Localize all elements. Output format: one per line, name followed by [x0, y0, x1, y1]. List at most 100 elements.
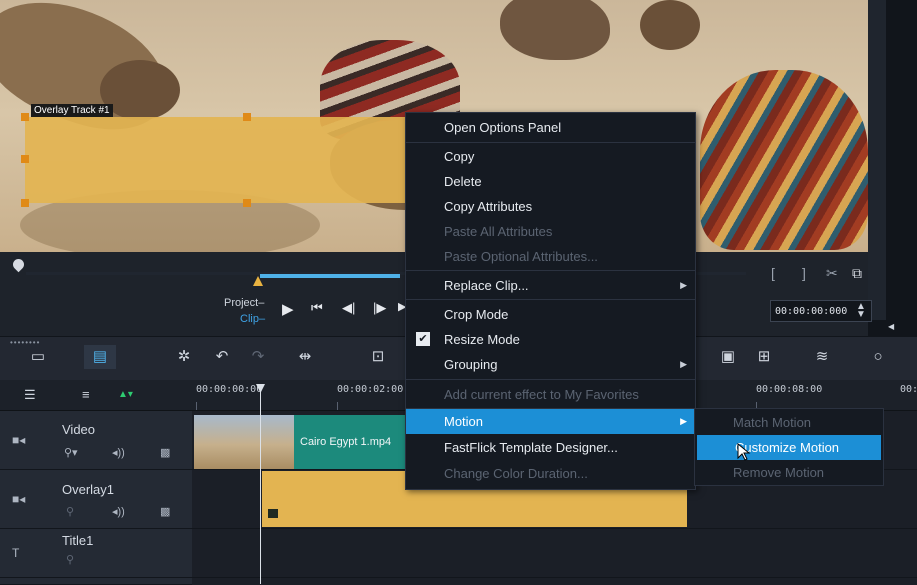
ripple-edit-icon[interactable]: ▲▾	[118, 389, 133, 400]
video-clip-label: Cairo Egypt 1.mp4	[300, 436, 392, 448]
menu-item-label: Paste Optional Attributes...	[444, 249, 598, 264]
menu-item-open-options-panel[interactable]: Open Options Panel	[406, 115, 695, 140]
mark-out-icon[interactable]: ]	[802, 265, 806, 281]
timeline-view-icon[interactable]: ▤	[84, 345, 116, 369]
clip-mode-toggle[interactable]: Clip–	[240, 313, 265, 325]
submenu-item-label: Remove Motion	[733, 465, 825, 480]
link-icon[interactable]: ⚲	[66, 505, 74, 518]
menu-item-label: Add current effect to My Favorites	[444, 387, 639, 402]
next-frame-icon[interactable]: |▶︎	[373, 300, 386, 316]
tools-icon[interactable]: ✲	[168, 345, 200, 369]
zoom-fit-icon[interactable]: ⊡	[362, 345, 394, 369]
menu-separator	[406, 270, 695, 271]
resize-handle-bottom[interactable]	[243, 199, 251, 207]
ruler-time-1: 00:00:02:00	[337, 384, 404, 395]
add-track-icon[interactable]: ≡	[82, 387, 90, 402]
checkmark-icon: ✔	[416, 332, 430, 346]
submenu-item-match-motion[interactable]: Match Motion	[695, 410, 883, 435]
playhead[interactable]	[260, 384, 261, 584]
menu-item-crop-mode[interactable]: Crop Mode	[406, 302, 695, 327]
ruler-tick	[337, 402, 338, 410]
undo-icon[interactable]: ↶	[206, 345, 238, 369]
resize-handle-top[interactable]	[243, 113, 251, 121]
submenu-arrow-icon: ▶	[680, 280, 687, 290]
previous-frame-icon[interactable]: ◀︎|	[342, 300, 355, 316]
menu-item-label: Open Options Panel	[444, 120, 562, 135]
clip-mode-label: Clip	[240, 313, 259, 325]
menu-item-fastflick-template-designer[interactable]: FastFlick Template Designer...	[406, 435, 695, 460]
menu-item-label: Delete	[444, 174, 482, 189]
overlay-track-name: Overlay1	[62, 482, 115, 497]
overlay-clip-preview[interactable]	[25, 117, 415, 203]
context-menu: Open Options Panel Copy Delete Copy Attr…	[405, 112, 696, 490]
menu-separator	[406, 379, 695, 380]
video-track-header[interactable]	[0, 411, 192, 470]
timecode-stepper-icon[interactable]: ▲ ▼	[856, 302, 866, 320]
mute-icon[interactable]: ◂))	[112, 446, 125, 459]
overlay-track-icon: ■◂	[12, 492, 26, 506]
link-icon[interactable]: ⚲	[66, 553, 74, 566]
overlay-track-header[interactable]	[0, 470, 192, 529]
menu-item-grouping[interactable]: Grouping ▶	[406, 352, 695, 377]
menu-item-replace-clip[interactable]: Replace Clip... ▶	[406, 273, 695, 298]
multi-camera-icon[interactable]: ⊞	[748, 345, 780, 369]
menu-item-paste-optional-attributes[interactable]: Paste Optional Attributes...	[406, 244, 695, 269]
menu-item-motion[interactable]: Motion ▶	[406, 409, 695, 434]
link-icon[interactable]: ⚲▾	[64, 446, 78, 459]
menu-separator	[406, 299, 695, 300]
menu-item-label: Copy Attributes	[444, 199, 533, 214]
trim-range	[260, 274, 400, 278]
menu-item-resize-mode[interactable]: ✔ Resize Mode	[406, 327, 695, 352]
menu-item-label: Paste All Attributes	[444, 224, 553, 239]
video-clip-thumbnail	[194, 415, 294, 469]
ruler-time-0: 00:00:00:00	[196, 384, 263, 395]
preview-side-scrollbar[interactable]	[868, 0, 886, 320]
resize-handle-bottom-left[interactable]	[21, 199, 29, 207]
track-manager-icon[interactable]: ☰	[24, 387, 36, 403]
title-track-icon: T	[12, 546, 20, 560]
go-to-start-icon[interactable]: ⏮	[311, 300, 323, 316]
collapse-arrow-icon[interactable]: ◀	[888, 322, 894, 331]
project-mode-label: Project	[224, 297, 259, 309]
video-track-icon: ■◂	[12, 433, 26, 447]
mark-in-icon[interactable]: [	[771, 265, 775, 281]
project-mode-toggle[interactable]: Project–	[224, 297, 264, 309]
menu-item-label: Motion	[444, 414, 484, 429]
title-track-header[interactable]	[0, 529, 192, 578]
play-icon[interactable]: ▶	[282, 300, 294, 318]
submenu-item-customize-motion[interactable]: Customize Motion	[697, 435, 881, 460]
overlay-track-label: Overlay Track #1	[31, 104, 113, 117]
resize-handle-left[interactable]	[21, 155, 29, 163]
ruler-time-3: 00:	[900, 384, 917, 395]
mute-icon[interactable]: ◂))	[112, 505, 125, 518]
title-track-name: Title1	[62, 533, 94, 548]
preview-side-panel	[868, 0, 917, 336]
motion-tracking-icon[interactable]: ≋	[806, 345, 838, 369]
menu-item-add-to-favorites[interactable]: Add current effect to My Favorites	[406, 382, 695, 407]
menu-item-delete[interactable]: Delete	[406, 169, 695, 194]
storyboard-view-icon[interactable]: ▭	[22, 345, 54, 369]
redo-icon[interactable]: ↷	[242, 345, 274, 369]
subtitle-editor-icon[interactable]: ▣	[712, 345, 744, 369]
menu-item-paste-all-attributes[interactable]: Paste All Attributes	[406, 219, 695, 244]
split-clip-icon[interactable]: ✂	[826, 265, 838, 282]
ruler-tick	[196, 402, 197, 410]
color-clip-icon	[268, 509, 278, 518]
resize-handle-top-left[interactable]	[21, 113, 29, 121]
menu-item-change-color-duration[interactable]: Change Color Duration...	[406, 461, 695, 486]
menu-item-label: FastFlick Template Designer...	[444, 440, 618, 455]
menu-item-label: Resize Mode	[444, 332, 520, 347]
menu-item-copy[interactable]: Copy	[406, 144, 695, 169]
transparency-icon[interactable]: ▩	[160, 505, 170, 518]
title-track-lane[interactable]	[192, 529, 917, 578]
menu-item-label: Crop Mode	[444, 307, 509, 322]
rotate-icon[interactable]: ○	[862, 345, 894, 369]
menu-item-copy-attributes[interactable]: Copy Attributes	[406, 194, 695, 219]
enlarge-preview-icon[interactable]: ⧉	[852, 265, 862, 282]
mouse-cursor-icon	[737, 443, 751, 461]
fit-project-icon[interactable]: ⇹	[289, 345, 321, 369]
submenu-item-remove-motion[interactable]: Remove Motion	[695, 460, 883, 485]
transparency-icon[interactable]: ▩	[160, 446, 170, 459]
motion-submenu: Match Motion Customize Motion Remove Mot…	[694, 408, 884, 486]
menu-separator	[406, 142, 695, 143]
